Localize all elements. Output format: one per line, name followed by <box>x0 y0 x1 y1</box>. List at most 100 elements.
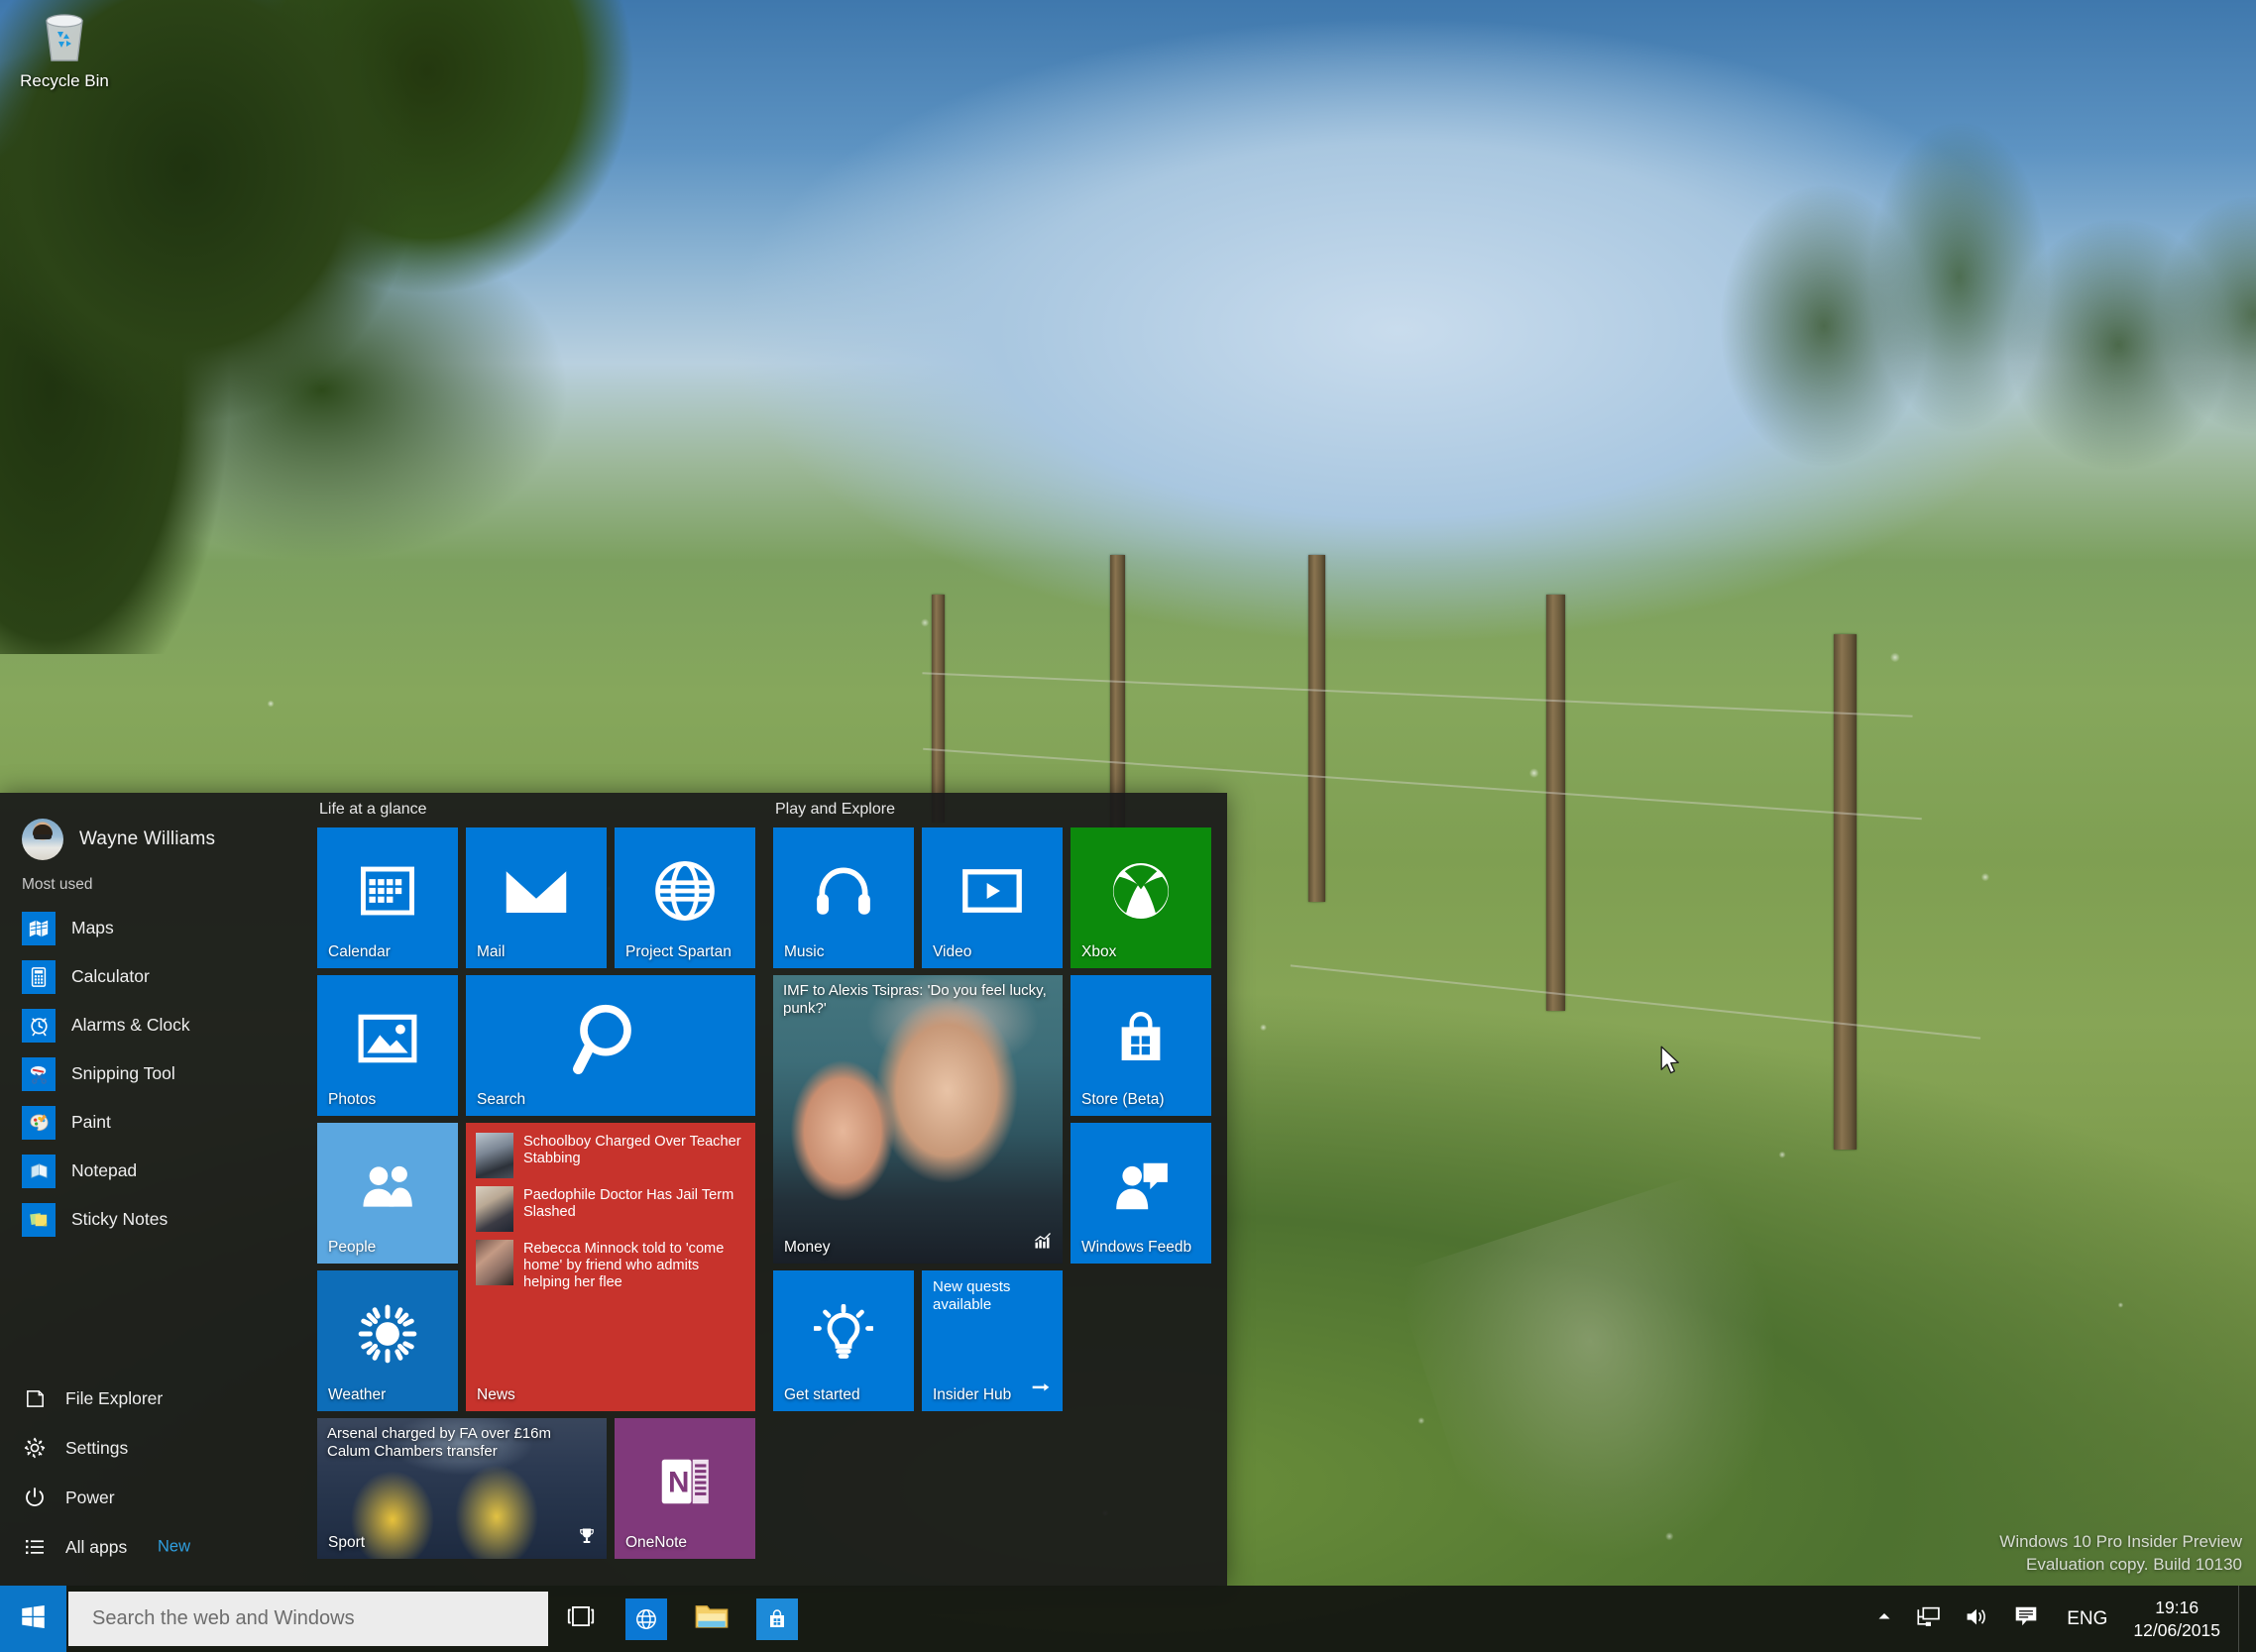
calculator-icon <box>22 960 56 994</box>
chart-icon <box>1033 1231 1053 1256</box>
file-explorer-icon <box>694 1601 730 1636</box>
wallpaper-path <box>1393 1145 1917 1652</box>
tile-sport[interactable]: Arsenal charged by FA over £16m Calum Ch… <box>317 1418 607 1559</box>
taskbar-search-box[interactable] <box>68 1592 548 1646</box>
sticky-notes-icon <box>22 1203 56 1237</box>
sidebar-item-file-explorer[interactable]: File Explorer <box>0 1374 307 1423</box>
tile-get-started[interactable]: Get started <box>773 1270 914 1411</box>
user-account-row[interactable]: Wayne Williams <box>0 793 307 862</box>
tile-label: Windows Feedb <box>1081 1239 1191 1257</box>
taskbar-button-project-spartan[interactable] <box>614 1586 679 1652</box>
tray-network[interactable] <box>1904 1586 1953 1652</box>
tile-weather[interactable]: Weather <box>317 1270 458 1411</box>
tile-insider-hub[interactable]: New quests available Insider Hub <box>922 1270 1063 1411</box>
tile-news[interactable]: Schoolboy Charged Over Teacher Stabbing … <box>466 1123 755 1411</box>
notepad-icon <box>22 1155 56 1188</box>
news-headline: Rebecca Minnock told to 'come home' by f… <box>523 1240 745 1292</box>
avatar[interactable] <box>22 819 63 860</box>
tile-group-title: Life at a glance <box>317 801 757 819</box>
tile-headline: Arsenal charged by FA over £16m Calum Ch… <box>327 1425 597 1461</box>
app-item-sticky-notes[interactable]: Sticky Notes <box>0 1195 307 1244</box>
snipping-tool-icon <box>22 1057 56 1091</box>
news-item[interactable]: Paedophile Doctor Has Jail Term Slashed <box>466 1178 755 1232</box>
most-used-list: Maps Calcula <box>0 904 307 1244</box>
start-button[interactable] <box>0 1586 66 1652</box>
tile-windows-feedback[interactable]: Windows Feedb <box>1071 1123 1211 1264</box>
tile-store-beta[interactable]: Store (Beta) <box>1071 975 1211 1116</box>
tile-label: Insider Hub <box>933 1386 1011 1404</box>
tile-label: Music <box>784 943 824 961</box>
search-input[interactable] <box>92 1607 548 1630</box>
sidebar-item-settings[interactable]: Settings <box>0 1423 307 1473</box>
taskbar-button-task-view[interactable] <box>548 1586 614 1652</box>
headphones-icon <box>773 827 914 954</box>
app-item-alarms-clock[interactable]: Alarms & Clock <box>0 1001 307 1049</box>
sidebar-item-label: File Explorer <box>65 1388 163 1409</box>
app-label: Maps <box>71 918 114 938</box>
tile-onenote[interactable]: N <box>615 1418 755 1559</box>
show-desktop-button[interactable] <box>2238 1586 2250 1652</box>
tile-mail[interactable]: Mail <box>466 827 607 968</box>
tile-video[interactable]: Video <box>922 827 1063 968</box>
fence-post <box>932 595 945 823</box>
news-headline: Schoolboy Charged Over Teacher Stabbing <box>523 1133 745 1178</box>
tile-project-spartan[interactable]: Project Spartan <box>615 827 755 968</box>
taskbar-button-store[interactable] <box>744 1586 810 1652</box>
start-menu-system-items: File Explorer Settings <box>0 1374 307 1586</box>
tile-label: News <box>477 1386 515 1404</box>
tile-group-life-at-a-glance: Life at a glance <box>317 801 757 1541</box>
tile-photos[interactable]: Photos <box>317 975 458 1116</box>
tray-language-indicator[interactable]: ENG <box>2051 1608 2123 1630</box>
fence-post <box>1834 634 1857 1150</box>
tile-label: OneNote <box>625 1534 687 1552</box>
start-menu-left-column: Wayne Williams Most used Maps <box>0 793 307 1586</box>
tile-search[interactable]: Search <box>466 975 755 1116</box>
tile-money[interactable]: IMF to Alexis Tsipras: 'Do you feel luck… <box>773 975 1063 1264</box>
app-item-paint[interactable]: Paint <box>0 1098 307 1147</box>
magnifier-icon <box>466 975 755 1102</box>
taskbar-button-file-explorer[interactable] <box>679 1586 744 1652</box>
tray-action-center[interactable] <box>2001 1586 2051 1652</box>
system-tray[interactable]: ENG 19:16 12/06/2015 <box>1864 1586 2256 1652</box>
tile-label: Photos <box>328 1091 376 1109</box>
desktop[interactable]: Recycle Bin Windows 10 Pro Insider Previ… <box>0 0 2256 1652</box>
tile-calendar[interactable]: Calendar <box>317 827 458 968</box>
user-name: Wayne Williams <box>79 828 215 850</box>
tile-xbox[interactable]: Xbox <box>1071 827 1211 968</box>
network-icon <box>1916 1605 1941 1633</box>
all-apps-new-badge: New <box>158 1538 190 1557</box>
app-label: Notepad <box>71 1160 137 1181</box>
taskbar-clock[interactable]: 19:16 12/06/2015 <box>2123 1586 2238 1652</box>
sidebar-item-all-apps[interactable]: All apps New <box>0 1522 307 1572</box>
tile-label: Sport <box>328 1534 365 1552</box>
tray-volume[interactable] <box>1953 1586 2001 1652</box>
news-item[interactable]: Rebecca Minnock told to 'come home' by f… <box>466 1232 755 1292</box>
tile-label: Video <box>933 943 971 961</box>
news-item[interactable]: Schoolboy Charged Over Teacher Stabbing <box>466 1131 755 1178</box>
app-item-snipping-tool[interactable]: Snipping Tool <box>0 1049 307 1098</box>
app-label: Alarms & Clock <box>71 1015 190 1036</box>
sidebar-item-label: Power <box>65 1487 115 1508</box>
tile-group-title: Play and Explore <box>773 801 1215 819</box>
people-icon <box>317 1123 458 1250</box>
news-thumbnail <box>476 1133 513 1178</box>
news-thumbnail <box>476 1240 513 1285</box>
sidebar-item-power[interactable]: Power <box>0 1473 307 1522</box>
app-item-maps[interactable]: Maps <box>0 904 307 952</box>
app-item-notepad[interactable]: Notepad <box>0 1147 307 1195</box>
spartan-icon <box>625 1598 667 1640</box>
start-menu[interactable]: Wayne Williams Most used Maps <box>0 793 1227 1586</box>
app-item-calculator[interactable]: Calculator <box>0 952 307 1001</box>
desktop-icon-label: Recycle Bin <box>20 71 109 90</box>
fence-post <box>1308 555 1325 902</box>
taskbar[interactable]: ENG 19:16 12/06/2015 <box>0 1586 2256 1652</box>
tile-people[interactable]: People <box>317 1123 458 1264</box>
tile-headline: New quests available <box>933 1278 1053 1314</box>
windows-watermark: Windows 10 Pro Insider Preview Evaluatio… <box>1999 1531 2242 1577</box>
tile-music[interactable]: Music <box>773 827 914 968</box>
desktop-icon-recycle-bin[interactable]: Recycle Bin <box>10 8 119 91</box>
tray-show-hidden-icons[interactable] <box>1864 1586 1904 1652</box>
power-icon <box>22 1485 48 1510</box>
watermark-line-2: Evaluation copy. Build 10130 <box>1999 1554 2242 1577</box>
tile-label: Money <box>784 1239 831 1257</box>
